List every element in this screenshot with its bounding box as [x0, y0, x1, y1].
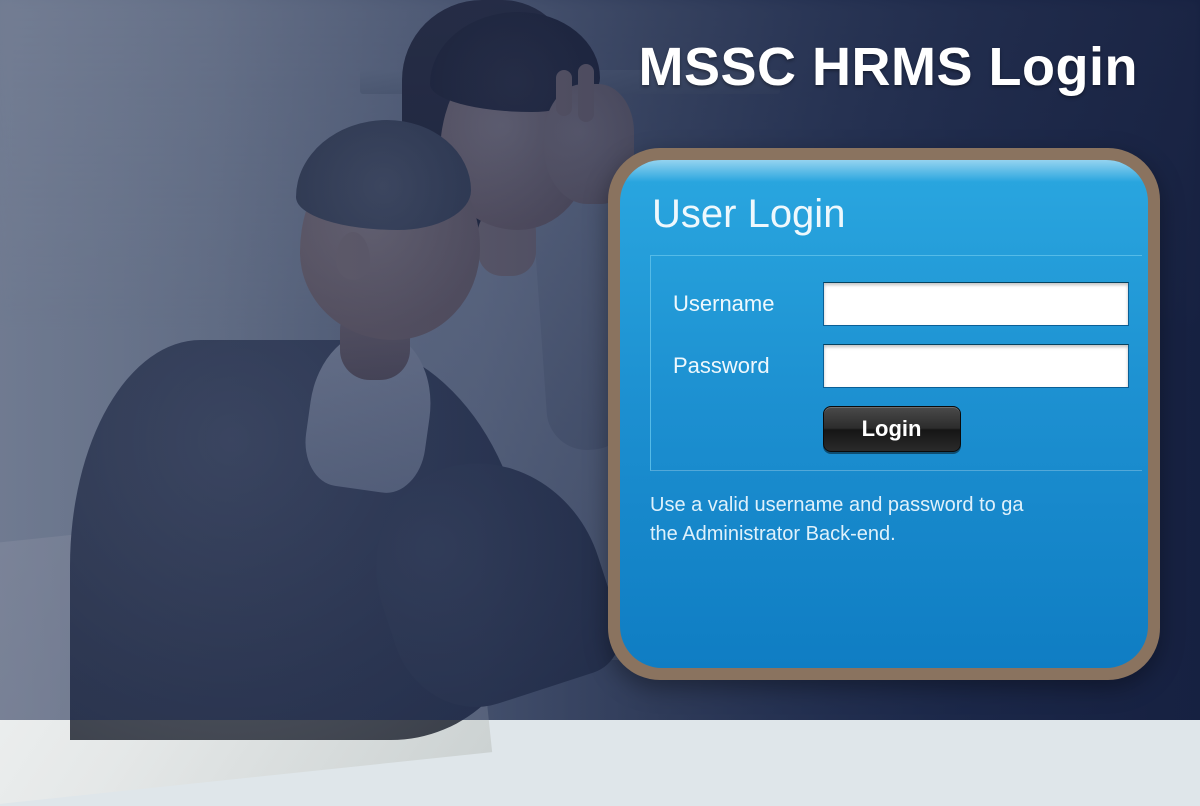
password-input[interactable]: [823, 344, 1129, 388]
password-label: Password: [673, 353, 823, 379]
login-panel: User Login Username Password Login Use a…: [620, 160, 1148, 668]
login-heading: User Login: [652, 192, 1148, 237]
username-row: Username: [673, 282, 1142, 326]
username-input[interactable]: [823, 282, 1129, 326]
login-helper-text: Use a valid username and password to ga …: [650, 491, 1148, 549]
login-card: User Login Username Password Login Use a…: [608, 148, 1160, 680]
login-button[interactable]: Login: [823, 406, 961, 452]
password-row: Password: [673, 344, 1142, 388]
login-form: Username Password Login: [650, 255, 1142, 471]
username-label: Username: [673, 291, 823, 317]
page-title: MSSC HRMS Login: [639, 36, 1138, 98]
